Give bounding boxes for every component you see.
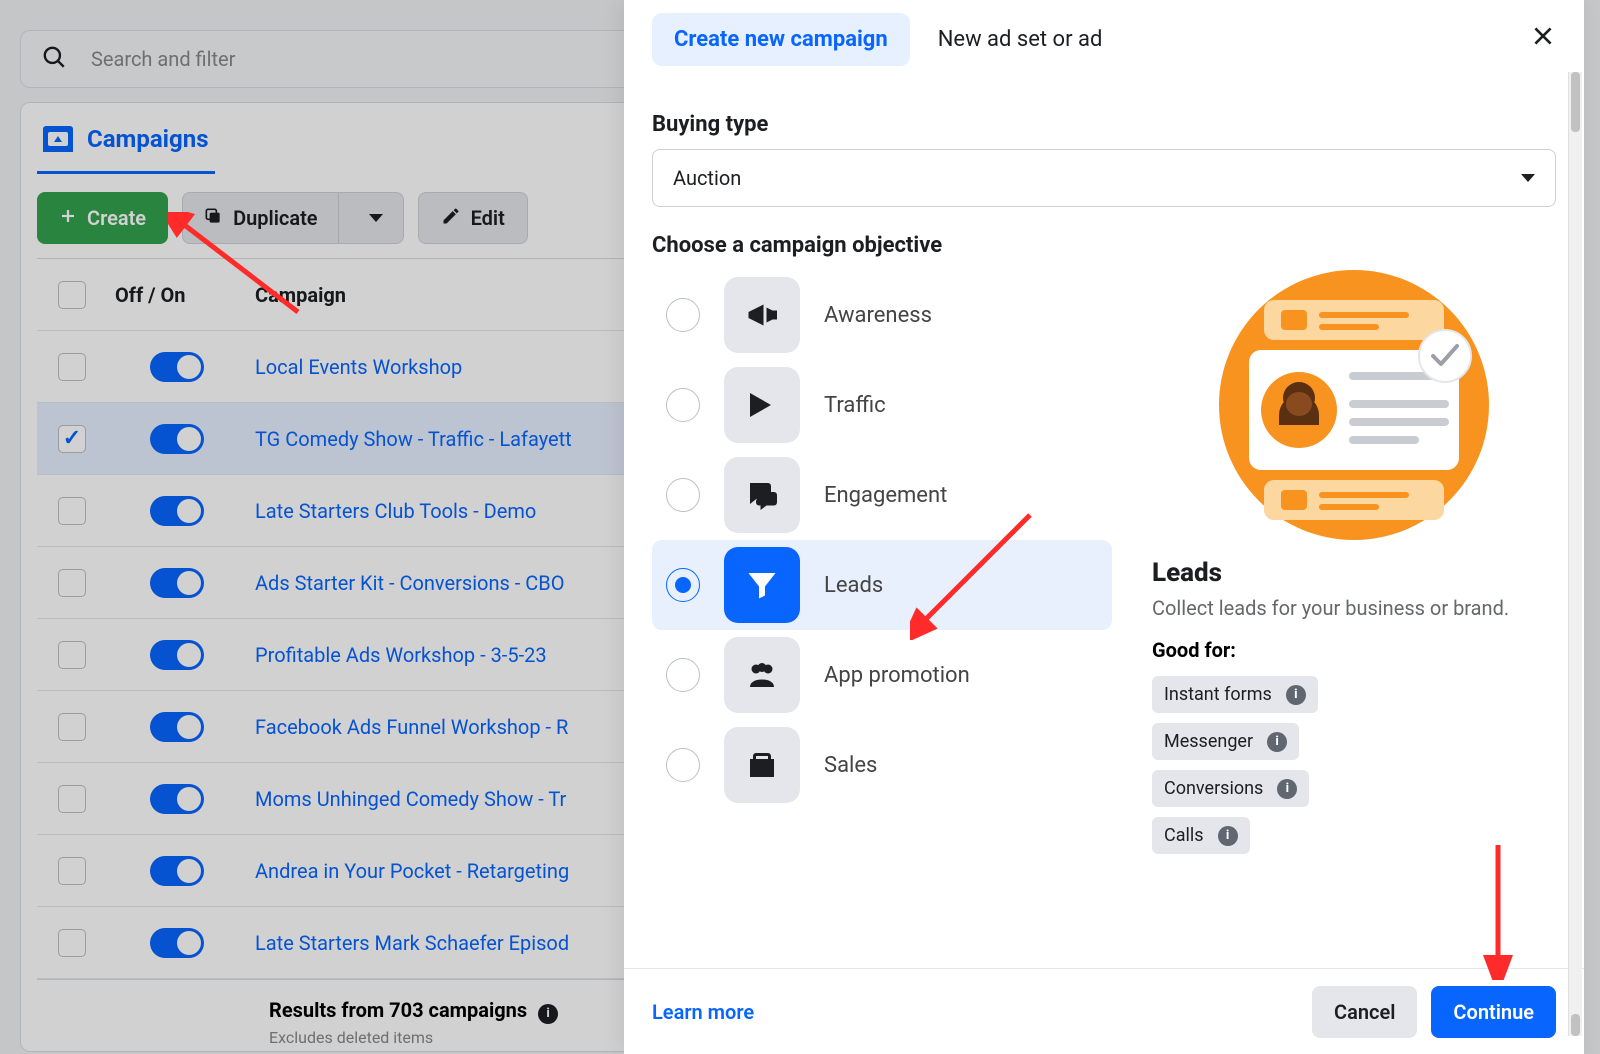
info-icon[interactable]: i [1277,779,1297,799]
objective-leads[interactable]: Leads [652,540,1112,630]
objective-radio[interactable] [666,748,700,782]
good-for-chip: Messengeri [1152,723,1299,760]
objective-section-label: Choose a campaign objective [652,233,1556,258]
objective-radio[interactable] [666,298,700,332]
info-icon[interactable]: i [1286,685,1306,705]
objective-app_promotion[interactable]: App promotion [652,630,1112,720]
objective-radio[interactable] [666,388,700,422]
objective-detail-title: Leads [1152,558,1556,588]
objective-sales[interactable]: Sales [652,720,1112,810]
buying-type-select[interactable]: Auction [652,149,1556,207]
objective-radio[interactable] [666,478,700,512]
info-icon[interactable]: i [1267,732,1287,752]
chevron-down-icon [1521,174,1535,182]
objective-radio[interactable] [666,658,700,692]
create-campaign-modal: Create new campaign New ad set or ad Buy… [624,0,1584,1054]
good-for-chip: Conversionsi [1152,770,1309,807]
objective-label: App promotion [824,663,970,688]
continue-button[interactable]: Continue [1431,986,1556,1038]
objective-detail-subtitle: Collect leads for your business or brand… [1152,596,1556,620]
objective-label: Leads [824,573,883,598]
objective-label: Awareness [824,303,932,328]
tab-create-new-campaign[interactable]: Create new campaign [652,13,910,66]
close-button[interactable] [1530,23,1556,56]
sales-icon [724,727,800,803]
modal-scrollbar[interactable] [1568,72,1582,1036]
traffic-icon [724,367,800,443]
engagement-icon [724,457,800,533]
learn-more-link[interactable]: Learn more [652,1000,754,1024]
objective-label: Engagement [824,483,947,508]
info-icon[interactable]: i [1218,826,1238,846]
tab-new-adset-or-ad[interactable]: New ad set or ad [938,27,1103,52]
objective-engagement[interactable]: Engagement [652,450,1112,540]
leads-icon [724,547,800,623]
leads-illustration [1219,270,1489,540]
objective-label: Sales [824,753,877,778]
objective-traffic[interactable]: Traffic [652,360,1112,450]
buying-type-value: Auction [673,166,741,190]
good-for-chip: Instant formsi [1152,676,1318,713]
objective-radio[interactable] [666,568,700,602]
awareness-icon [724,277,800,353]
objective-label: Traffic [824,393,886,418]
good-for-label: Good for: [1152,638,1556,662]
buying-type-label: Buying type [652,112,1556,137]
objective-awareness[interactable]: Awareness [652,270,1112,360]
objective-detail-panel: Leads Collect leads for your business or… [1152,270,1556,854]
good-for-chip: Callsi [1152,817,1250,854]
cancel-button[interactable]: Cancel [1312,986,1417,1038]
app_promotion-icon [724,637,800,713]
